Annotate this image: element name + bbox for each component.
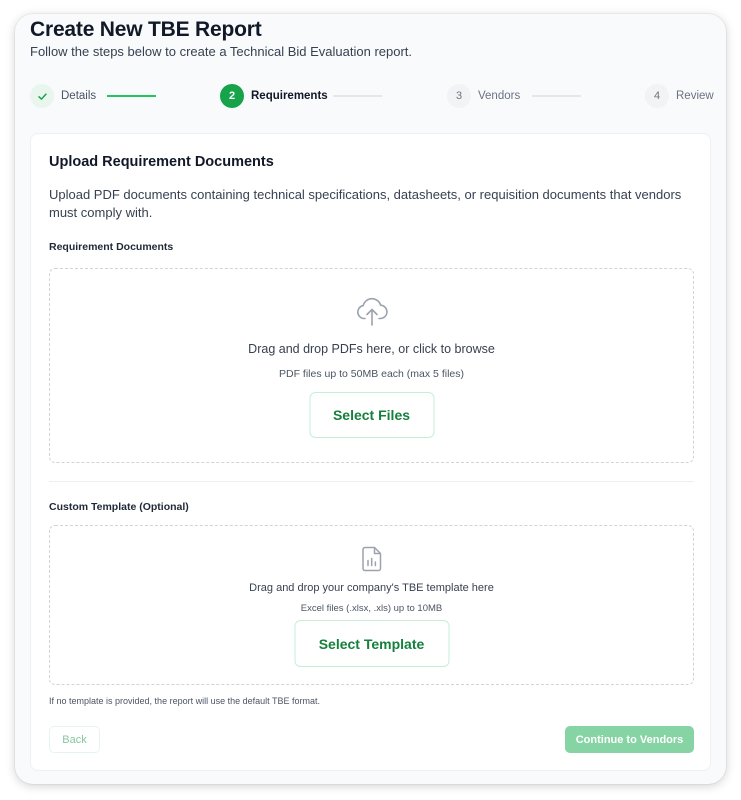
- select-files-button[interactable]: Select Files: [309, 392, 434, 438]
- check-icon: [37, 92, 47, 100]
- custom-template-label: Custom Template (Optional): [49, 501, 189, 513]
- requirement-docs-label: Requirement Documents: [49, 241, 174, 253]
- app-window: Create New TBE Report Follow the steps b…: [15, 14, 726, 784]
- step-review-label: Review: [676, 90, 714, 102]
- step-details-label: Details: [61, 90, 97, 102]
- step-vendors-number: 3: [447, 84, 471, 108]
- step-requirements-number: 2: [220, 84, 244, 108]
- continue-button[interactable]: Continue to Vendors: [565, 726, 694, 753]
- step-connector: [333, 95, 382, 97]
- step-requirements[interactable]: 2 Requirements: [220, 84, 328, 108]
- back-button[interactable]: Back: [49, 726, 100, 753]
- section-title: Upload Requirement Documents: [49, 154, 274, 170]
- step-details-indicator: [30, 84, 54, 108]
- select-template-button[interactable]: Select Template: [294, 620, 449, 667]
- custom-template-hint: Excel files (.xlsx, .xls) up to 10MB: [300, 603, 443, 614]
- upload-card: Upload Requirement Documents Upload PDF …: [30, 133, 711, 771]
- section-description: Upload PDF documents containing technica…: [49, 187, 682, 220]
- custom-template-instruction: Drag and drop your company's TBE templat…: [249, 582, 494, 594]
- cloud-upload-icon: [356, 297, 388, 326]
- step-details[interactable]: Details: [30, 84, 96, 108]
- requirement-docs-hint: PDF files up to 50MB each (max 5 files): [279, 368, 464, 380]
- requirement-docs-dropzone[interactable]: Drag and drop PDFs here, or click to bro…: [49, 268, 694, 463]
- spreadsheet-file-icon: [361, 546, 381, 572]
- step-vendors-label: Vendors: [478, 90, 521, 102]
- template-note: If no template is provided, the report w…: [49, 696, 320, 706]
- requirement-docs-instruction: Drag and drop PDFs here, or click to bro…: [248, 342, 495, 356]
- step-review-number: 4: [645, 84, 669, 108]
- custom-template-dropzone[interactable]: Drag and drop your company's TBE templat…: [49, 525, 694, 685]
- page-title: Create New TBE Report: [30, 18, 262, 41]
- step-vendors[interactable]: 3 Vendors: [447, 84, 520, 108]
- step-requirements-label: Requirements: [251, 90, 328, 102]
- page-subtitle: Follow the steps below to create a Techn…: [30, 44, 413, 59]
- step-connector: [107, 95, 156, 97]
- step-connector: [532, 95, 581, 97]
- section-divider: [49, 481, 694, 482]
- step-review[interactable]: 4 Review: [645, 84, 714, 108]
